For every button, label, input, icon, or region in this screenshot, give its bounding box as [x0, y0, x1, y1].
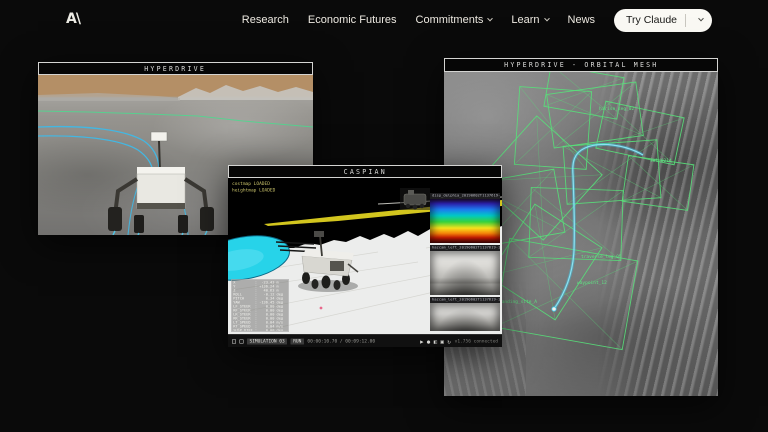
orbital-panel-title: HYPERDRIVE - ORBITAL MESH	[504, 61, 658, 69]
rover-topview-widget	[400, 188, 430, 210]
chevron-down-icon	[698, 16, 704, 22]
button-divider	[685, 14, 686, 27]
rover-right-wheel	[200, 207, 214, 231]
rover-inner-wheel-right	[178, 215, 188, 233]
simulation-control-bar: SIMULATION 03 RUN 00:00:10.70 / 00:09:12…	[228, 334, 502, 347]
cyan-path-2	[38, 136, 153, 172]
telemetry-readout: X : -23.43 m Y : +136.24 m Z : 40.63 m R…	[231, 279, 289, 332]
simulation-label[interactable]: SIMULATION 03	[247, 339, 287, 345]
hazcam-item: hazcam_left_20190602T1137619-1.png	[430, 245, 500, 295]
rover-body	[137, 174, 185, 208]
hazcam-filename: hazcam_left_20190602T1137619-1.png	[432, 245, 500, 250]
nav-items: Research Economic Futures Commitments Le…	[242, 9, 712, 32]
goal-marker-dot	[320, 307, 323, 310]
mesh-label: traverse_leg_05	[581, 254, 622, 260]
rover-inner-wheel-left	[134, 215, 144, 233]
rover-underside	[137, 203, 185, 209]
hyperdrive-panel-header: HYPERDRIVE	[38, 62, 313, 75]
camera-feed-column: disp_delphia_20190602T1137619-1.png hazc…	[430, 193, 500, 331]
disparity-heatmap-image	[430, 199, 500, 243]
nav-link-research[interactable]: Research	[242, 14, 289, 26]
wheel-path-marks	[113, 231, 207, 235]
nav-link-news[interactable]: News	[568, 14, 596, 26]
orbital-panel-header: HYPERDRIVE - ORBITAL MESH	[444, 58, 718, 72]
rover-mast-head	[151, 132, 167, 141]
top-nav: A\ Research Economic Futures Commitments…	[0, 0, 768, 40]
rover-mast-cam	[314, 231, 324, 237]
orbital-mesh-footprints	[471, 72, 694, 350]
mountain-ridge	[178, 85, 313, 100]
rover-mast	[159, 141, 160, 171]
caspian-panel-header: CASPIAN	[228, 165, 502, 178]
try-claude-button[interactable]: Try Claude	[614, 9, 712, 32]
rover-left-wheel	[108, 207, 122, 231]
sim-timecode: 00:00:10.70 / 00:09:12.00	[307, 339, 375, 344]
rover-position-marker	[552, 307, 556, 311]
stop-button[interactable]	[232, 340, 236, 344]
hyperdrive-panel-title: HYPERDRIVE	[145, 65, 207, 73]
anthropic-logo[interactable]: A\	[66, 11, 80, 27]
frames-icon[interactable]: ◧	[434, 338, 437, 345]
cyan-path-1	[38, 127, 159, 167]
hazcam-rectified-image	[430, 303, 500, 331]
mountain-ridge-left	[38, 93, 180, 101]
disparity-map-filename: disp_delphia_20190602T1137619-1.png	[432, 193, 500, 198]
sim-version-status: v1.756 connected	[455, 339, 498, 344]
caspian-panel: CASPIAN	[228, 165, 502, 347]
rover-dark-panel	[330, 261, 344, 271]
nav-link-economic-futures[interactable]: Economic Futures	[308, 14, 397, 26]
chevron-down-icon	[544, 16, 550, 22]
green-route-line	[38, 111, 313, 127]
caspian-panel-title: CASPIAN	[343, 168, 386, 176]
mesh-label: hirise_seg_02	[599, 106, 635, 112]
mesh-label: waypoint_12	[577, 280, 607, 286]
chevron-down-icon	[488, 16, 494, 22]
disparity-map-item: disp_delphia_20190602T1137619-1.png	[430, 193, 500, 243]
record-icon[interactable]: ●	[427, 338, 430, 345]
run-mode-badge: RUN	[291, 339, 304, 345]
caspian-sim-view: costmap LOADED heightmap LOADED X : -23.…	[228, 178, 502, 334]
rover-3d-model	[108, 132, 214, 235]
nav-link-commitments[interactable]: Commitments	[416, 14, 493, 26]
hazcam-image	[430, 251, 500, 295]
mesh-label: sol_0214	[650, 158, 672, 164]
grid-icon[interactable]: ▣	[441, 338, 444, 345]
hazcam-rectified-item: hazcam_left_20190602T1137619-1-rectified…	[430, 297, 500, 331]
page-background: A\ Research Economic Futures Commitments…	[0, 0, 768, 432]
hazcam-rectified-filename: hazcam_left_20190602T1137619-1-rectified…	[432, 297, 500, 302]
nav-link-learn[interactable]: Learn	[511, 14, 548, 26]
toolbar-icons: ▶ ● ◧ ▣ ↻	[420, 338, 451, 345]
pause-button[interactable]	[240, 340, 244, 344]
mesh-label: landing_site_A	[499, 299, 537, 305]
play-icon[interactable]: ▶	[420, 338, 423, 345]
map-load-status: costmap LOADED heightmap LOADED	[232, 181, 362, 211]
loop-icon[interactable]: ↻	[447, 338, 450, 345]
